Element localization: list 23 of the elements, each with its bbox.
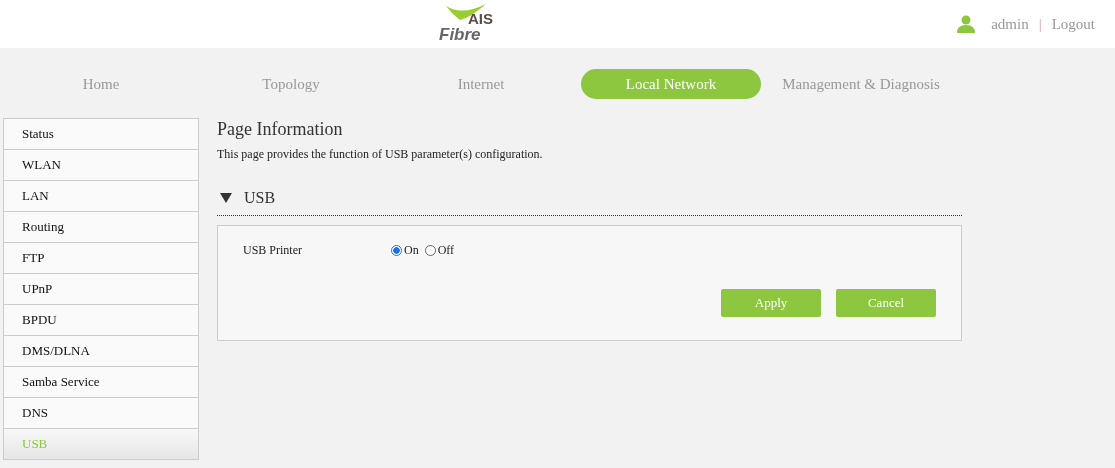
radio-button[interactable] xyxy=(391,245,402,256)
sidebar-item[interactable]: WLAN xyxy=(4,150,198,181)
field-label: USB Printer xyxy=(243,243,303,258)
sidebar-item[interactable]: Status xyxy=(4,119,198,150)
sidebar-item[interactable]: Routing xyxy=(4,212,198,243)
sidebar-item[interactable]: Samba Service xyxy=(4,367,198,398)
sidebar-item[interactable]: BPDU xyxy=(4,305,198,336)
radio-label: On xyxy=(404,243,419,258)
sidebar-item[interactable]: FTP xyxy=(4,243,198,274)
radio-button[interactable] xyxy=(424,245,436,256)
user-name: admin xyxy=(991,15,1029,33)
sidebar-item[interactable]: LAN xyxy=(4,181,198,212)
section-title: USB xyxy=(244,189,276,207)
radio-label: Off xyxy=(437,243,455,258)
sidebar-item[interactable]: UPnP xyxy=(4,274,198,305)
page-description: This page provides the function of USB parameter(s) configuration. xyxy=(217,147,544,162)
page-title: Page Information xyxy=(217,119,344,140)
user-icon xyxy=(957,15,976,33)
logo-brand: AIS xyxy=(468,11,493,27)
separator: | xyxy=(1038,15,1042,33)
collapse-icon[interactable] xyxy=(220,193,232,203)
logo-product: Fibre xyxy=(439,26,481,43)
sidebar-item[interactable]: DMS/DLNA xyxy=(4,336,198,367)
